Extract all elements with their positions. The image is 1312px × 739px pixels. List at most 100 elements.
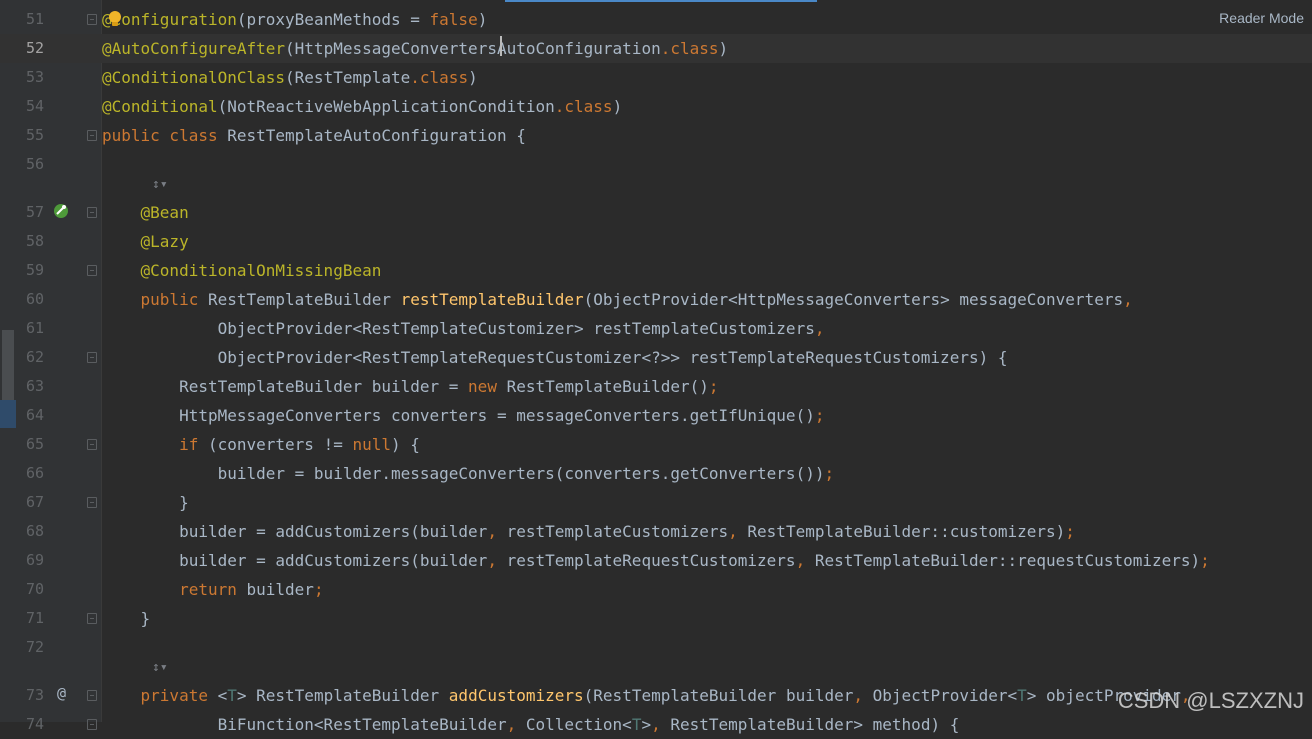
fold-marker-icon[interactable] <box>87 14 97 25</box>
code-token: (HttpMessageConvertersAutoConfiguration <box>285 39 661 58</box>
code-text[interactable]: ObjectProvider<RestTemplateRequestCustom… <box>102 343 1008 372</box>
code-token: (RestTemplate <box>285 68 411 87</box>
code-token: BiFunction<RestTemplateBuilder <box>102 715 507 734</box>
code-text[interactable]: public class RestTemplateAutoConfigurati… <box>102 121 526 150</box>
lightbulb-icon[interactable] <box>107 10 123 28</box>
code-token: class <box>670 39 719 58</box>
code-token: , <box>795 551 815 570</box>
code-token: false <box>429 10 478 29</box>
code-line[interactable]: 73 private <T> RestTemplateBuilder addCu… <box>0 681 1312 710</box>
fold-marker-icon[interactable] <box>87 719 97 730</box>
code-token: } <box>102 493 189 512</box>
code-text[interactable]: } <box>102 604 151 633</box>
code-line[interactable]: 57 @Bean <box>0 198 1312 227</box>
code-text[interactable]: private <T> RestTemplateBuilder addCusto… <box>102 681 1191 710</box>
code-text[interactable]: public RestTemplateBuilder restTemplateB… <box>102 285 1133 314</box>
code-text[interactable]: } <box>102 488 189 517</box>
code-token: ObjectProvider<RestTemplateCustomizer> r… <box>102 319 815 338</box>
fold-marker-icon[interactable] <box>87 690 97 701</box>
code-token: ; <box>814 406 825 425</box>
fold-marker-icon[interactable] <box>87 265 97 276</box>
code-line[interactable]: 62 ObjectProvider<RestTemplateRequestCus… <box>0 343 1312 372</box>
reader-mode-button[interactable]: Reader Mode <box>1219 10 1304 26</box>
inlay-settings-icon[interactable]: ↕▾ <box>152 177 168 192</box>
fold-marker-icon[interactable] <box>87 497 97 508</box>
code-line[interactable]: 55 public class RestTemplateAutoConfigura… <box>0 121 1312 150</box>
code-token: restTemplateRequestCustomizers <box>506 551 796 570</box>
text-caret <box>500 36 502 56</box>
code-line[interactable]: 61 ObjectProvider<RestTemplateCustomizer… <box>0 314 1312 343</box>
code-line[interactable]: 70 return builder; <box>0 575 1312 604</box>
code-token: ; <box>1065 522 1075 541</box>
override-gutter-icon[interactable]: @ <box>57 684 66 702</box>
fold-marker-icon[interactable] <box>87 207 97 218</box>
code-token: ; <box>1200 551 1210 570</box>
bean-gutter-icon[interactable] <box>52 202 70 220</box>
code-text[interactable]: builder = addCustomizers(builder, restTe… <box>102 546 1210 575</box>
code-line[interactable]: 59 @ConditionalOnMissingBean <box>0 256 1312 285</box>
line-number: 61 <box>25 319 44 337</box>
code-token: null <box>352 435 391 454</box>
code-text[interactable]: @Bean <box>102 198 189 227</box>
line-number: 67 <box>25 493 44 511</box>
fold-marker-icon[interactable] <box>87 613 97 624</box>
line-number: 59 <box>25 261 44 279</box>
fold-marker-icon[interactable] <box>87 352 97 363</box>
code-text[interactable]: RestTemplateBuilder builder = new RestTe… <box>102 372 718 401</box>
code-line[interactable]: 64 HttpMessageConverters converters = me… <box>0 401 1312 430</box>
code-token: , <box>814 319 825 338</box>
code-token: private <box>140 686 218 705</box>
inlay-hint[interactable]: ↕▾ <box>102 658 202 682</box>
code-text[interactable]: builder = builder.messageConverters(conv… <box>102 459 835 488</box>
code-token: @Conditional <box>102 97 218 116</box>
code-line[interactable]: 67 } <box>0 488 1312 517</box>
code-line[interactable]: 52 @AutoConfigureAfter(HttpMessageConvert… <box>0 34 1312 63</box>
fold-marker-icon[interactable] <box>87 439 97 450</box>
code-line[interactable]: 53 @ConditionalOnClass(RestTemplate.class… <box>0 63 1312 92</box>
code-line[interactable]: 71 } <box>0 604 1312 633</box>
code-token: public class <box>102 126 228 145</box>
code-line[interactable]: 69 builder = addCustomizers(builder, res… <box>0 546 1312 575</box>
code-token: ; <box>313 580 324 599</box>
code-text[interactable]: BiFunction<RestTemplateBuilder, Collecti… <box>102 710 960 739</box>
inlay-hint[interactable]: ↕▾ <box>102 175 202 199</box>
code-text[interactable]: HttpMessageConverters converters = messa… <box>102 401 824 430</box>
line-number: 70 <box>25 580 44 598</box>
code-line[interactable]: 68 builder = addCustomizers(builder, res… <box>0 517 1312 546</box>
code-line[interactable]: 54 @Conditional(NotReactiveWebApplication… <box>0 92 1312 121</box>
code-text[interactable]: builder = addCustomizers(builder, restTe… <box>102 517 1075 546</box>
code-line[interactable]: 66 builder = builder.messageConverters(c… <box>0 459 1312 488</box>
code-token: builder = addCustomizers(builder <box>102 551 488 570</box>
code-token: builder = addCustomizers(builder <box>102 522 488 541</box>
code-line[interactable]: 60 public RestTemplateBuilder restTempla… <box>0 285 1312 314</box>
code-token: @Lazy <box>140 232 189 251</box>
code-text[interactable]: return builder; <box>102 575 324 604</box>
code-editor[interactable]: 51 @Configuration(proxyBeanMethods = fals… <box>0 0 1312 734</box>
code-line[interactable]: 51 @Configuration(proxyBeanMethods = fals… <box>0 5 1312 34</box>
code-token: ObjectProvider<RestTemplateRequestCustom… <box>102 348 1008 367</box>
code-line[interactable]: 65 if (converters != null) { <box>0 430 1312 459</box>
code-text[interactable]: if (converters != null) { <box>102 430 420 459</box>
code-text[interactable]: @Lazy <box>102 227 189 256</box>
code-text[interactable]: @ConditionalOnClass(RestTemplate.class) <box>102 63 478 92</box>
code-text[interactable]: @ConditionalOnMissingBean <box>102 256 382 285</box>
code-line[interactable]: 58 @Lazy <box>0 227 1312 256</box>
line-number: 55 <box>25 126 44 144</box>
fold-marker-icon[interactable] <box>87 130 97 141</box>
code-token: , <box>853 686 873 705</box>
code-text[interactable]: ObjectProvider<RestTemplateCustomizer> r… <box>102 314 825 343</box>
code-text[interactable]: @Conditional(NotReactiveWebApplicationCo… <box>102 92 622 121</box>
code-line[interactable]: 74 BiFunction<RestTemplateBuilder, Colle… <box>0 710 1312 739</box>
line-number: 60 <box>25 290 44 308</box>
line-number: 63 <box>25 377 44 395</box>
code-token: builder = builder.messageConverters(conv… <box>102 464 825 483</box>
code-line[interactable]: 63 RestTemplateBuilder builder = new Res… <box>0 372 1312 401</box>
inlay-settings-icon[interactable]: ↕▾ <box>152 660 168 675</box>
code-token: builder <box>246 580 314 599</box>
code-text[interactable]: @Configuration(proxyBeanMethods = false) <box>102 5 487 34</box>
code-token: . <box>554 97 565 116</box>
code-text[interactable]: @AutoConfigureAfter(HttpMessageConverter… <box>102 34 728 63</box>
code-token: . <box>410 68 420 87</box>
